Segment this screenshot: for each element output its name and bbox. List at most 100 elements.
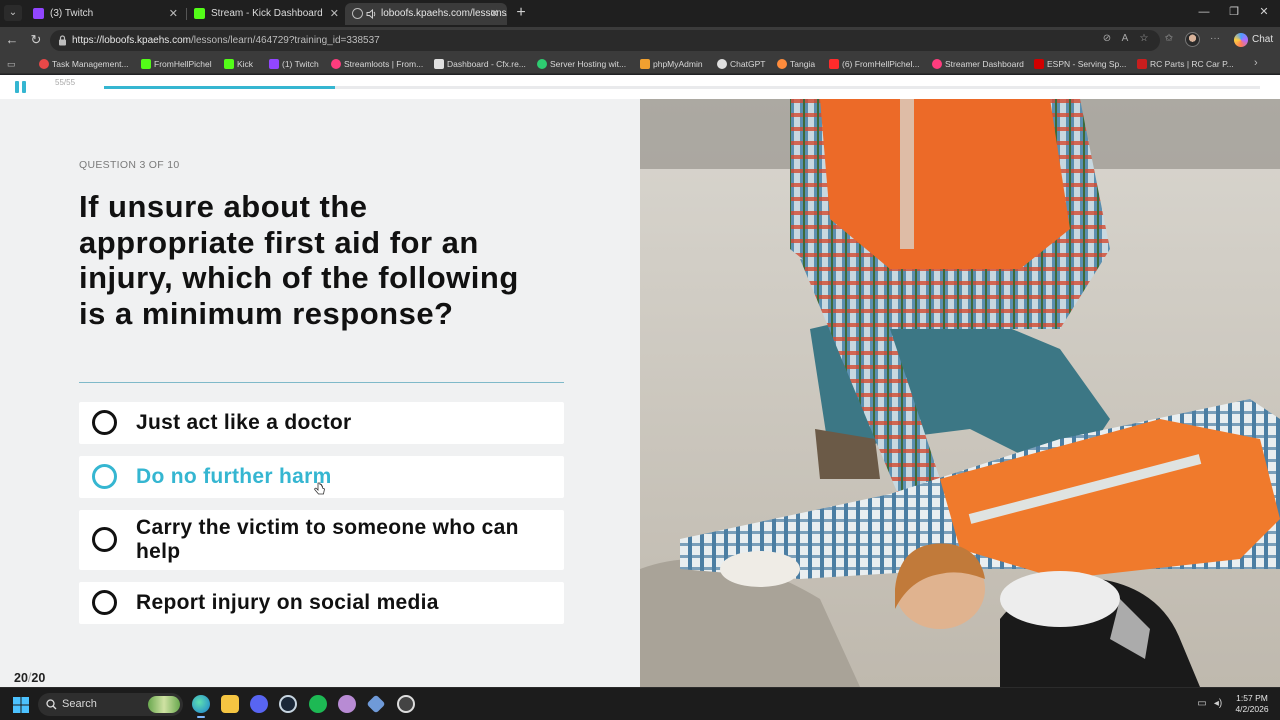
bookmark-icon: [39, 59, 49, 69]
copilot-chat-button[interactable]: Chat: [1232, 31, 1273, 49]
tab-actions-menu-button[interactable]: ⌄: [4, 5, 22, 21]
sidebar-toggle-icon[interactable]: ▭: [7, 58, 19, 70]
url-domain: https://loboofs.kpaehs.com: [72, 35, 191, 46]
tab-title: (3) Twitch: [50, 8, 94, 19]
question-number-label: QUESTION 3 OF 10: [79, 159, 180, 171]
bookmark-streamloots[interactable]: Streamloots | From...: [330, 54, 423, 74]
search-placeholder: Search: [62, 698, 97, 710]
tab-kick-dashboard[interactable]: Stream - Kick Dashboard ✕: [187, 3, 347, 25]
new-tab-button[interactable]: +: [512, 3, 530, 23]
close-tab-icon[interactable]: ✕: [330, 3, 339, 25]
close-tab-icon[interactable]: ✕: [169, 3, 178, 25]
bookmark-icon: [640, 59, 650, 69]
logo-sub: 20: [31, 671, 46, 685]
lesson-progress-bar: [104, 86, 1260, 89]
minimize-button[interactable]: —: [1196, 4, 1212, 20]
volume-icon[interactable]: ◂): [1212, 698, 1224, 710]
read-aloud-icon[interactable]: A: [1118, 32, 1132, 46]
bookmark-label: Kick: [237, 59, 254, 69]
radio-button[interactable]: [92, 590, 117, 615]
network-icon[interactable]: ▭: [1196, 698, 1208, 710]
url-field[interactable]: https://loboofs.kpaehs.com/lessons/learn…: [50, 30, 1160, 51]
bookmark-rc-parts[interactable]: RC Parts | RC Car P...: [1136, 54, 1234, 74]
windows-start-icon[interactable]: [13, 697, 29, 713]
bookmark-chatgpt[interactable]: ChatGPT: [716, 54, 765, 74]
favorite-star-icon[interactable]: ☆: [1137, 32, 1151, 46]
browser-tab-strip: ⌄ (3) Twitch ✕ Stream - Kick Dashboard ✕…: [0, 0, 1280, 27]
speaker-icon: [366, 9, 376, 19]
bookmark-streamer-dashboard[interactable]: Streamer Dashboard: [931, 54, 1024, 74]
first-aid-photo: [640, 99, 1280, 687]
logo-main: 20: [14, 671, 28, 685]
mouse-cursor-icon: [314, 482, 325, 495]
more-menu-icon[interactable]: ···: [1208, 32, 1222, 46]
bookmark-server-hosting[interactable]: Server Hosting wit...: [536, 54, 626, 74]
edge-browser-icon[interactable]: [192, 695, 210, 718]
tracking-prevention-icon[interactable]: ⊘: [1100, 32, 1114, 46]
favorites-icon[interactable]: ✩: [1162, 32, 1176, 46]
restore-button[interactable]: ❐: [1226, 4, 1242, 20]
tab-title: loboofs.kpaehs.com/lessons/l: [381, 8, 507, 19]
taskbar-search-box[interactable]: Search: [38, 693, 183, 716]
bookmark-youtube-channel[interactable]: (6) FromHellPichel...: [828, 54, 919, 74]
bookmark-espn[interactable]: ESPN - Serving Sp...: [1033, 54, 1126, 74]
windows-taskbar: Search ▭ ◂) 1:57 PM 4/2/2026: [0, 687, 1280, 720]
app-diamond-icon[interactable]: [366, 694, 386, 714]
bookmark-label: (1) Twitch: [282, 59, 319, 69]
bookmark-cfx-dashboard[interactable]: Dashboard - Cfx.re...: [433, 54, 526, 74]
answer-option-4[interactable]: Report injury on social media: [79, 582, 564, 624]
chevron-right-icon[interactable]: ›: [1254, 57, 1258, 69]
bookmark-label: Dashboard - Cfx.re...: [447, 59, 526, 69]
radio-button[interactable]: [92, 527, 117, 552]
tab-lesson[interactable]: loboofs.kpaehs.com/lessons/l ✕: [345, 3, 507, 25]
bookmark-icon: [1034, 59, 1044, 69]
back-button[interactable]: ←: [4, 32, 20, 48]
search-icon: [46, 699, 57, 710]
bookmark-icon: [434, 59, 444, 69]
bookmark-label: Server Hosting wit...: [550, 59, 627, 69]
app-gear-icon[interactable]: [397, 695, 415, 713]
profile-avatar[interactable]: [1185, 32, 1200, 47]
bookmark-label: FromHellPichel: [154, 59, 212, 69]
file-explorer-icon[interactable]: [221, 695, 239, 713]
close-window-button[interactable]: ✕: [1256, 4, 1272, 20]
radio-button[interactable]: [92, 464, 117, 489]
close-tab-icon[interactable]: ✕: [490, 3, 499, 25]
bookmark-label: (6) FromHellPichel...: [842, 59, 920, 69]
bookmark-icon: [537, 59, 547, 69]
answer-label: Report injury on social media: [136, 591, 439, 614]
bookmark-fromhellpichel[interactable]: FromHellPichel: [140, 54, 212, 74]
globe-icon: [352, 8, 363, 19]
tab-twitch[interactable]: (3) Twitch ✕: [26, 3, 186, 25]
url-path: /lessons/learn/464729?training_id=338537: [190, 35, 380, 46]
system-clock[interactable]: 1:57 PM 4/2/2026: [1232, 693, 1272, 715]
obs-studio-icon[interactable]: [338, 695, 356, 713]
bookmark-phpmyadmin[interactable]: phpMyAdmin: [639, 54, 703, 74]
kick-icon: [194, 8, 205, 19]
address-bar-row: ← ↻ https://loboofs.kpaehs.com/lessons/l…: [0, 27, 1280, 54]
bookmark-label: phpMyAdmin: [653, 59, 703, 69]
first-aid-illustration: [640, 99, 1280, 687]
answer-label: Carry the victim to someone who can help: [136, 516, 519, 563]
bookmark-tangia[interactable]: Tangia: [776, 54, 815, 74]
tab-title: Stream - Kick Dashboard: [211, 8, 323, 19]
search-highlight-icon: [148, 696, 180, 713]
pause-icon[interactable]: [15, 81, 27, 93]
discord-icon[interactable]: [250, 695, 268, 713]
bookmarks-bar: ▭ Task Management... FromHellPichel Kick…: [0, 54, 1280, 74]
bookmark-twitch[interactable]: (1) Twitch: [268, 54, 319, 74]
radio-button[interactable]: [92, 410, 117, 435]
refresh-button[interactable]: ↻: [28, 32, 44, 48]
bookmark-kick[interactable]: Kick: [223, 54, 253, 74]
lesson-top-bar: 55/55: [0, 75, 1280, 99]
steam-icon[interactable]: [279, 695, 297, 713]
bookmark-icon: [331, 59, 341, 69]
bookmark-icon: [141, 59, 151, 69]
logo-2020: 20/20: [14, 671, 46, 685]
bookmark-label: RC Parts | RC Car P...: [1150, 59, 1234, 69]
spotify-icon[interactable]: [309, 695, 327, 713]
answer-option-1[interactable]: Just act like a doctor: [79, 402, 564, 444]
bookmark-icon: [717, 59, 727, 69]
bookmark-task-management[interactable]: Task Management...: [38, 54, 129, 74]
answer-option-3[interactable]: Carry the victim to someone who can help: [79, 510, 564, 570]
